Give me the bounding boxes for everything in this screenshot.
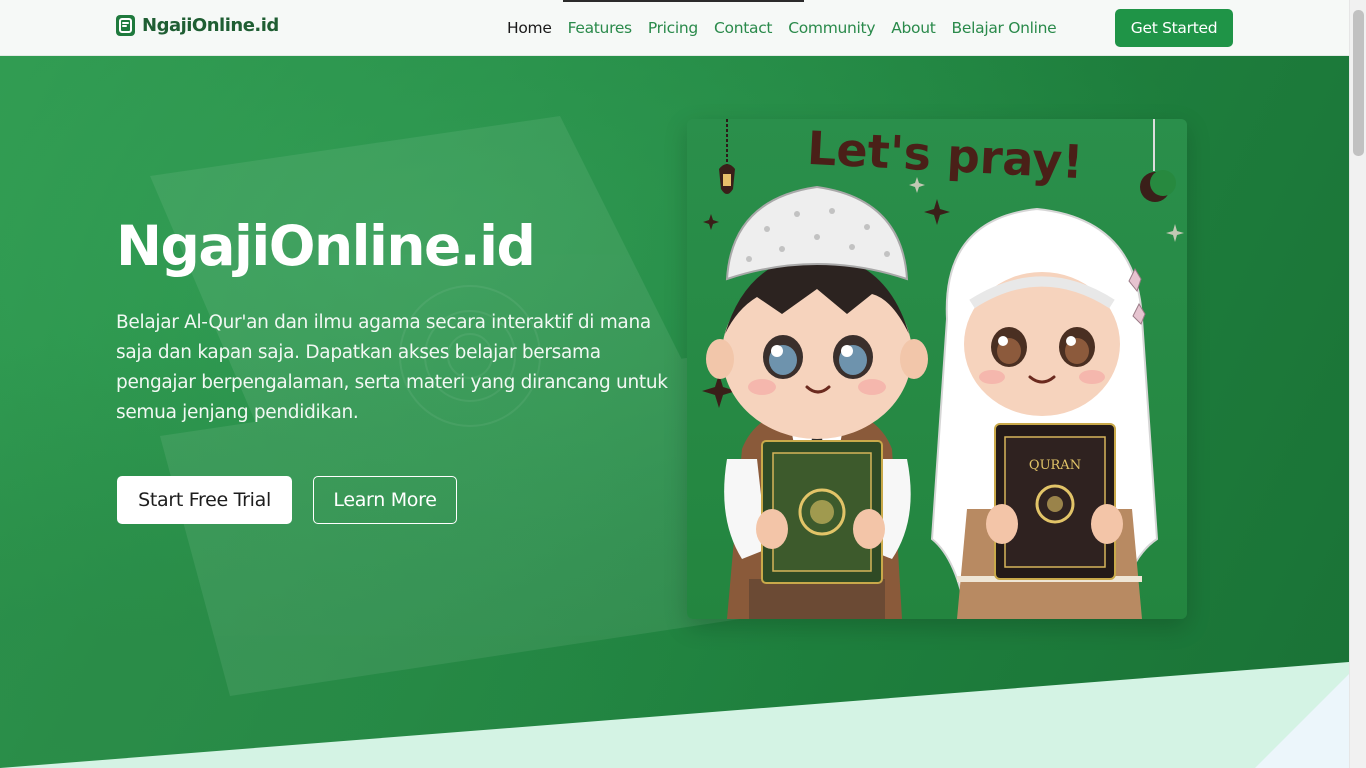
- brand-name: NgajiOnline.id: [142, 15, 279, 36]
- bottom-wave-decoration: [0, 662, 1349, 768]
- top-navbar: NgajiOnline.id Home Features Pricing Con…: [0, 0, 1349, 56]
- page-scrollbar[interactable]: [1349, 0, 1366, 768]
- hero-section: NgajiOnline.id Belajar Al-Qur'an dan ilm…: [0, 56, 1349, 768]
- book-logo-icon: [116, 15, 135, 36]
- nav-link-community[interactable]: Community: [788, 19, 875, 37]
- nav-link-contact[interactable]: Contact: [714, 19, 773, 37]
- scrollbar-thumb[interactable]: [1353, 10, 1364, 156]
- nav-links: Home Features Pricing Contact Community …: [499, 0, 1064, 56]
- get-started-button[interactable]: Get Started: [1115, 9, 1233, 47]
- nav-link-pricing[interactable]: Pricing: [648, 19, 698, 37]
- nav-link-home[interactable]: Home: [507, 19, 552, 37]
- nav-link-features[interactable]: Features: [568, 19, 633, 37]
- brand-logo-link[interactable]: NgajiOnline.id: [116, 15, 279, 36]
- nav-link-about[interactable]: About: [891, 19, 936, 37]
- nav-link-belajar-online[interactable]: Belajar Online: [952, 19, 1057, 37]
